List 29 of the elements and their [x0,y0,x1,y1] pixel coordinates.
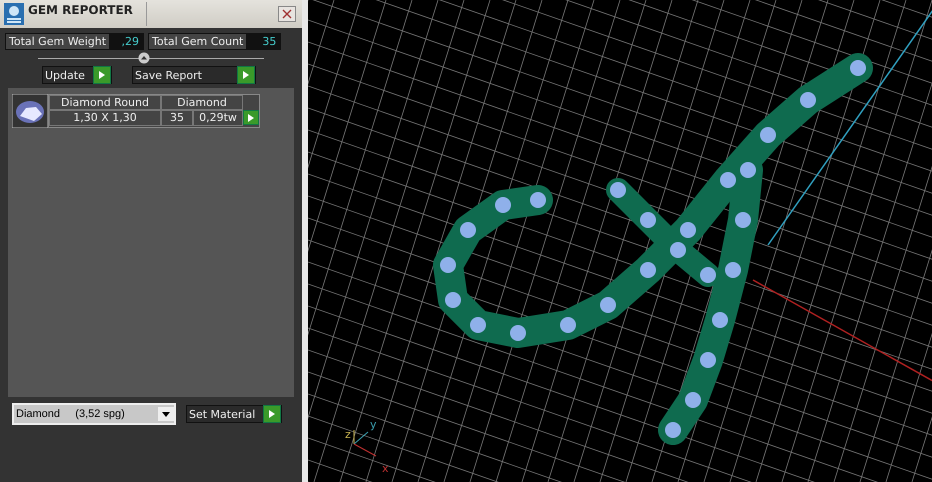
dropdown-arrow-icon [162,412,170,416]
total-label: Total Gem Count [151,34,244,49]
gem-thumbnail [12,94,48,128]
action-button[interactable]: Update [42,66,112,84]
gem-size: 1,30 X 1,30 [49,110,161,126]
play-icon [268,409,276,419]
gem-material: Diamond [161,95,243,110]
axis-label: y [370,418,377,431]
total-value: ,29 [109,34,144,49]
axis-label: x [382,462,389,475]
close-icon [282,9,292,19]
collapse-handle[interactable] [138,52,150,64]
play-icon [242,70,250,80]
axis-gizmo-drawing [354,430,376,456]
window-title: GEM REPORTER [28,3,134,17]
play-button[interactable] [243,110,259,125]
play-icon [98,70,106,80]
close-button[interactable] [278,6,296,22]
action-button[interactable]: Save Report [132,66,256,84]
total-value: 35 [246,34,280,49]
axis-label: z [345,428,351,441]
gem-count: 35 [161,110,193,126]
gem-weight: 0,29tw [193,110,243,126]
total-label: Total Gem Weight [8,34,108,49]
app-icon [4,3,24,25]
gem-name: Diamond Round [49,95,161,110]
play-icon [247,112,255,122]
material-dropdown[interactable]: Diamond (3,52 spg) [12,403,176,425]
set-material-button[interactable]: Set Material [186,405,282,423]
